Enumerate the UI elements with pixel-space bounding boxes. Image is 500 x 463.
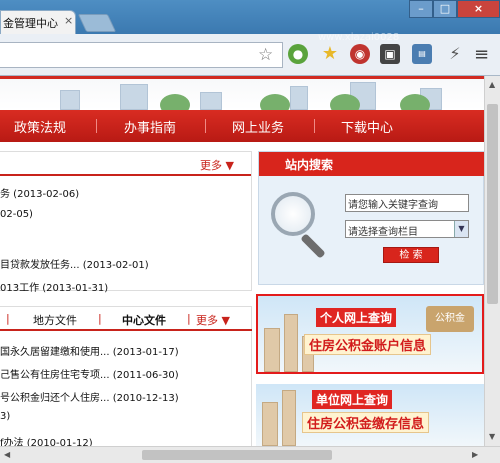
chevron-down-icon: ▼ (454, 221, 468, 237)
document-item[interactable]: f办法 (2010-01-12) (0, 434, 93, 446)
keyword-search-input[interactable] (345, 194, 469, 212)
horizontal-scroll-thumb[interactable] (142, 450, 332, 460)
main-navigation: 政策法规 办事指南 网上业务 下载中心 (0, 110, 484, 142)
site-banner (0, 76, 484, 110)
browser-menu-icon[interactable]: ≡ (474, 44, 489, 65)
site-search-panel: 站内搜索 请选择查询栏目 ▼ 检 索 (258, 151, 484, 285)
nav-item-online-business[interactable]: 网上业务 (232, 117, 284, 136)
screen-extension-icon[interactable]: ▤ (412, 44, 432, 64)
scroll-up-icon[interactable]: ▲ (489, 80, 495, 89)
company-account-query-banner[interactable]: 单位网上查询 住房公积金缴存信息 (256, 384, 484, 446)
personal-account-query-banner[interactable]: 个人网上查询 住房公积金账户信息 公积金 (256, 294, 484, 374)
notice-box: 更多 ▼ 务 (2013-02-06) 02-05) 目贷款发放任务... (2… (0, 151, 252, 294)
address-bar[interactable] (0, 42, 283, 68)
news-item[interactable]: 013工作 (2013-01-31) (0, 279, 108, 294)
minimize-button[interactable]: – (409, 0, 433, 18)
camera-extension-icon[interactable]: ▣ (380, 44, 400, 64)
documents-box: | 地方文件 | 中心文件 | 更多 ▼ 国永久居留建缴和使用... (2013… (0, 306, 252, 446)
green-extension-icon[interactable]: ● (288, 44, 308, 64)
promo-title: 单位网上查询 (312, 390, 393, 409)
column-select[interactable]: 请选择查询栏目 ▼ (345, 220, 469, 238)
maximize-button[interactable]: □ (433, 0, 457, 18)
web-page: 政策法规 办事指南 网上业务 下载中心 更多 ▼ 务 (2013-02-06) … (0, 76, 484, 446)
browser-toolbar: ☆ ● ★ ◉ ▣ ▤ ⚡ ≡ (0, 34, 500, 76)
document-item[interactable]: 国永久居留建缴和使用... (2013-01-17) (0, 343, 179, 358)
close-window-button[interactable]: × (457, 0, 500, 18)
magnifier-icon (271, 192, 315, 236)
promo-subtitle: 住房公积金缴存信息 (302, 412, 430, 433)
news-item[interactable]: 目贷款发放任务... (2013-02-01) (0, 256, 149, 271)
promo-stamp: 公积金 (426, 306, 474, 332)
nav-item-download[interactable]: 下载中心 (341, 117, 393, 136)
scroll-right-icon[interactable]: ▶ (472, 450, 478, 459)
search-button[interactable]: 检 索 (383, 247, 439, 263)
column-select-value: 请选择查询栏目 (348, 227, 418, 238)
document-item[interactable]: 己售公有住房住宅专项... (2011-06-30) (0, 366, 179, 381)
new-tab-button[interactable] (77, 14, 117, 32)
bookmark-star-icon[interactable]: ☆ (258, 45, 273, 65)
document-item[interactable]: 号公积金归还个人住房... (2010-12-13) (0, 389, 179, 404)
tab-center-documents[interactable]: 中心文件 (122, 312, 166, 328)
news-item[interactable]: 02-05) (0, 209, 33, 220)
notice-more-link[interactable]: 更多 ▼ (200, 157, 234, 173)
lightning-extension-icon[interactable]: ⚡ (445, 44, 465, 64)
horizontal-scrollbar[interactable]: ◀ ▶ (0, 446, 500, 463)
tab-title: 金管理中心 (3, 17, 58, 30)
vertical-scrollbar[interactable]: ▲ ▼ (484, 76, 500, 446)
scroll-down-icon[interactable]: ▼ (489, 432, 495, 441)
document-item[interactable]: 3) (0, 411, 10, 422)
promo-subtitle: 住房公积金账户信息 (304, 334, 432, 355)
close-tab-icon[interactable]: × (64, 14, 73, 27)
nav-item-policy[interactable]: 政策法规 (14, 117, 66, 136)
documents-more-link[interactable]: 更多 ▼ (196, 312, 230, 328)
news-item[interactable]: 务 (2013-02-06) (0, 185, 79, 200)
promo-title: 个人网上查询 (316, 308, 397, 327)
watermark-text: www.xiazai0028 (318, 32, 400, 43)
tab-local-documents[interactable]: 地方文件 (33, 312, 77, 328)
nav-item-guide[interactable]: 办事指南 (124, 117, 176, 136)
browser-tab-bar: 金管理中心 × – □ × (0, 0, 500, 34)
vertical-scroll-thumb[interactable] (487, 104, 498, 304)
star-extension-icon[interactable]: ★ (320, 44, 340, 64)
search-title: 站内搜索 (285, 158, 334, 172)
red-extension-icon[interactable]: ◉ (350, 44, 370, 64)
scroll-left-icon[interactable]: ◀ (4, 450, 10, 459)
